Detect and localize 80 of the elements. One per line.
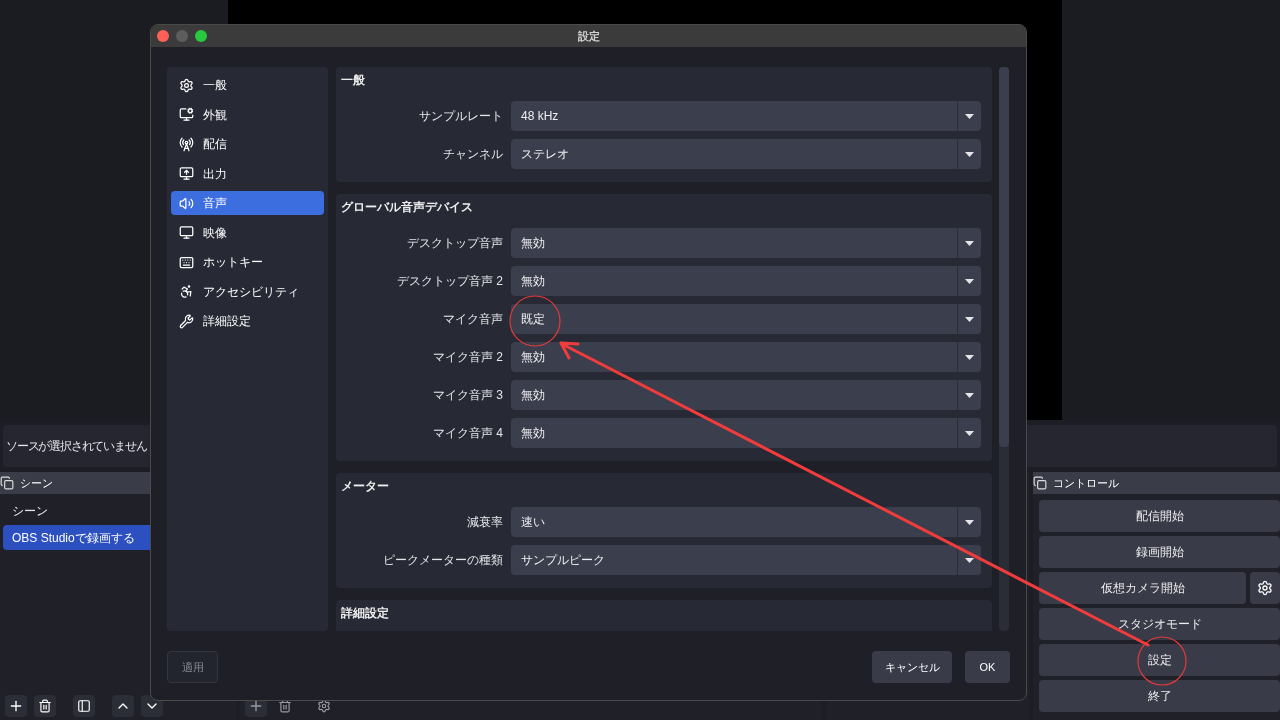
status-text: ソースが選択されていません [6, 438, 147, 455]
field-label: マイク音声 3 [432, 387, 503, 404]
scrollbar[interactable] [999, 67, 1009, 631]
cancel-button[interactable]: キャンセル [872, 651, 952, 683]
dock-icon [1033, 476, 1047, 490]
field-label: デスクトップ音声 [406, 235, 503, 252]
dropdown[interactable]: 無効 [511, 418, 981, 448]
caret-icon [965, 354, 974, 360]
window-title: 設定 [577, 28, 600, 44]
dropdown[interactable]: ステレオ [511, 139, 981, 169]
group-title: 一般 [341, 72, 366, 89]
group-title: メーター [341, 478, 390, 495]
dropdown[interactable]: 無効 [511, 228, 981, 258]
panel-title: シーン [20, 475, 53, 491]
dropdown[interactable]: 既定 [511, 304, 981, 334]
field-label: マイク音声 4 [432, 425, 503, 442]
sidebar-item[interactable]: ホットキー [171, 250, 324, 274]
caret-icon [965, 151, 974, 157]
ok-button[interactable]: OK [965, 651, 1010, 683]
panel-title: コントロール [1053, 475, 1119, 491]
settings-icon [1257, 580, 1273, 596]
sidebar-item[interactable]: アクセシビリティ [171, 279, 324, 304]
control-button[interactable]: 設定 [1039, 644, 1280, 676]
caret-icon [965, 519, 974, 525]
group-title: 詳細設定 [341, 605, 390, 622]
delete-button[interactable] [34, 695, 56, 717]
caret-icon [965, 316, 974, 322]
sidebar-item[interactable]: 音声 [171, 191, 324, 215]
add-button[interactable] [5, 695, 27, 717]
close-button[interactable] [157, 30, 169, 42]
dropdown[interactable]: 無効 [511, 266, 981, 296]
control-button[interactable]: 配信開始 [1039, 500, 1280, 532]
field-label: ピークメーターの種類 [382, 552, 503, 569]
monitor-icon [179, 225, 194, 240]
panel-icon [77, 699, 91, 713]
gear-icon [179, 77, 194, 93]
sidebar-item[interactable]: 配信 [171, 132, 324, 156]
sidebar-item[interactable]: 映像 [171, 220, 324, 245]
caret-icon [965, 113, 974, 119]
caret-icon [965, 240, 974, 246]
zoom-button[interactable] [195, 30, 207, 42]
field-label: 減衰率 [466, 514, 503, 531]
sidebar-item[interactable]: 出力 [171, 161, 324, 186]
dropdown[interactable]: 速い [511, 507, 981, 537]
dropdown[interactable]: 48 kHz [511, 101, 981, 131]
keyboard-icon [179, 254, 194, 270]
antenna-icon [179, 136, 194, 152]
wrench-icon [179, 313, 194, 329]
field-label: マイク音声 [442, 311, 503, 328]
accessibility-icon [179, 284, 194, 299]
field-label: マイク音声 2 [432, 349, 503, 366]
sidebar-item[interactable]: 一般 [171, 73, 324, 97]
filter-button[interactable] [73, 695, 95, 717]
control-button[interactable]: スタジオモード [1039, 608, 1280, 640]
speaker-icon [179, 195, 194, 211]
caret-icon [965, 430, 974, 436]
caret-icon [965, 278, 974, 284]
monitor-icon [179, 107, 194, 122]
caret-icon [965, 392, 974, 398]
dropdown[interactable]: 無効 [511, 342, 981, 372]
settings-button[interactable] [1250, 572, 1280, 604]
control-button[interactable]: 録画開始 [1039, 536, 1280, 568]
dropdown[interactable]: 無効 [511, 380, 981, 410]
monitor-icon [179, 166, 194, 181]
trash-icon [38, 699, 52, 713]
field-label: サンプルレート [418, 108, 503, 125]
field-label: デスクトップ音声 2 [396, 273, 503, 290]
annotation-circle [509, 295, 561, 347]
sidebar-item[interactable]: 外観 [171, 102, 324, 127]
field-label: チャンネル [442, 146, 503, 163]
sidebar-item[interactable]: 詳細設定 [171, 309, 324, 333]
dropdown[interactable]: サンプルピーク [511, 545, 981, 575]
caret-icon [965, 557, 974, 563]
control-button[interactable]: 仮想カメラ開始 [1039, 572, 1246, 604]
plus-icon [8, 698, 24, 714]
group-title: グローバル音声デバイス [341, 199, 474, 216]
control-button[interactable]: 終了 [1039, 680, 1280, 712]
annotation-circle [1137, 636, 1187, 686]
move-up-button[interactable] [112, 695, 134, 717]
dock-icon [0, 476, 14, 490]
